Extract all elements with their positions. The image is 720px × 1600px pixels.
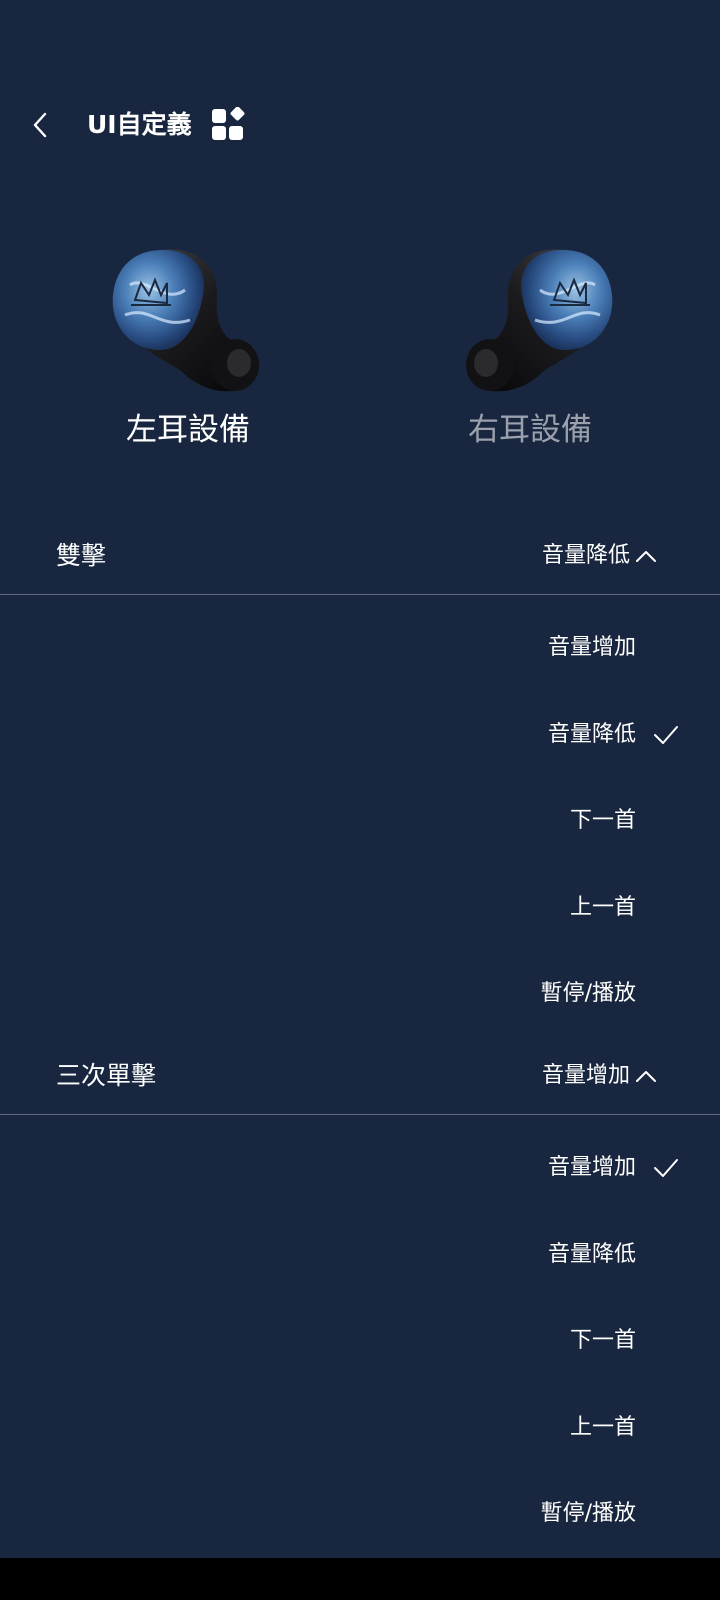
- check-icon: [654, 1159, 678, 1177]
- option-label: 下一首: [569, 808, 636, 833]
- section-selected-value: 音量增加: [541, 1063, 630, 1088]
- double-tap-row[interactable]: 雙擊 音量降低: [0, 520, 720, 590]
- option-item[interactable]: 下一首: [0, 1311, 720, 1371]
- divider: [0, 594, 720, 595]
- option-item[interactable]: 音量降低: [0, 705, 720, 765]
- option-item[interactable]: 音量降低: [0, 1225, 720, 1285]
- top-bar: UI自定義: [0, 95, 720, 155]
- option-label: 音量降低: [547, 1242, 636, 1267]
- option-label: 音量增加: [547, 635, 636, 660]
- option-label: 音量降低: [547, 722, 636, 747]
- right-earbud-icon: [466, 249, 613, 392]
- option-label: 音量增加: [547, 1155, 636, 1180]
- apps-grid-icon: [212, 106, 245, 140]
- option-item[interactable]: 音量增加: [0, 618, 720, 678]
- chevron-left-icon: [33, 112, 47, 138]
- chevron-up-icon[interactable]: [634, 1064, 658, 1088]
- chevron-up-icon[interactable]: [634, 544, 658, 568]
- option-label: 暫停/播放: [540, 981, 636, 1006]
- option-label: 上一首: [569, 895, 636, 920]
- right-earbud-image[interactable]: [450, 245, 620, 405]
- right-earbud-label[interactable]: 右耳設備: [430, 410, 630, 450]
- page-title: UI自定義: [87, 110, 192, 139]
- left-earbud-label[interactable]: 左耳設備: [88, 410, 288, 450]
- check-icon: [654, 726, 678, 744]
- option-label: 上一首: [569, 1415, 636, 1440]
- option-label: 下一首: [569, 1328, 636, 1353]
- left-earbud-image[interactable]: [105, 245, 275, 405]
- option-item[interactable]: 上一首: [0, 878, 720, 938]
- section-selected-value: 音量降低: [541, 543, 630, 568]
- option-item[interactable]: 上一首: [0, 1398, 720, 1458]
- option-label: 暫停/播放: [540, 1501, 636, 1526]
- option-item[interactable]: 暫停/播放: [0, 1484, 720, 1544]
- left-earbud-icon: [112, 249, 259, 392]
- system-navigation-bar: [0, 1558, 720, 1600]
- section-name: 三次單擊: [56, 1061, 157, 1090]
- triple-tap-row[interactable]: 三次單擊 音量增加: [0, 1040, 720, 1110]
- back-button[interactable]: [22, 107, 58, 143]
- divider: [0, 1114, 720, 1115]
- section-name: 雙擊: [56, 541, 107, 570]
- apps-button[interactable]: [211, 106, 245, 141]
- option-item[interactable]: 音量增加: [0, 1138, 720, 1198]
- option-item[interactable]: 暫停/播放: [0, 964, 720, 1024]
- option-item[interactable]: 下一首: [0, 791, 720, 851]
